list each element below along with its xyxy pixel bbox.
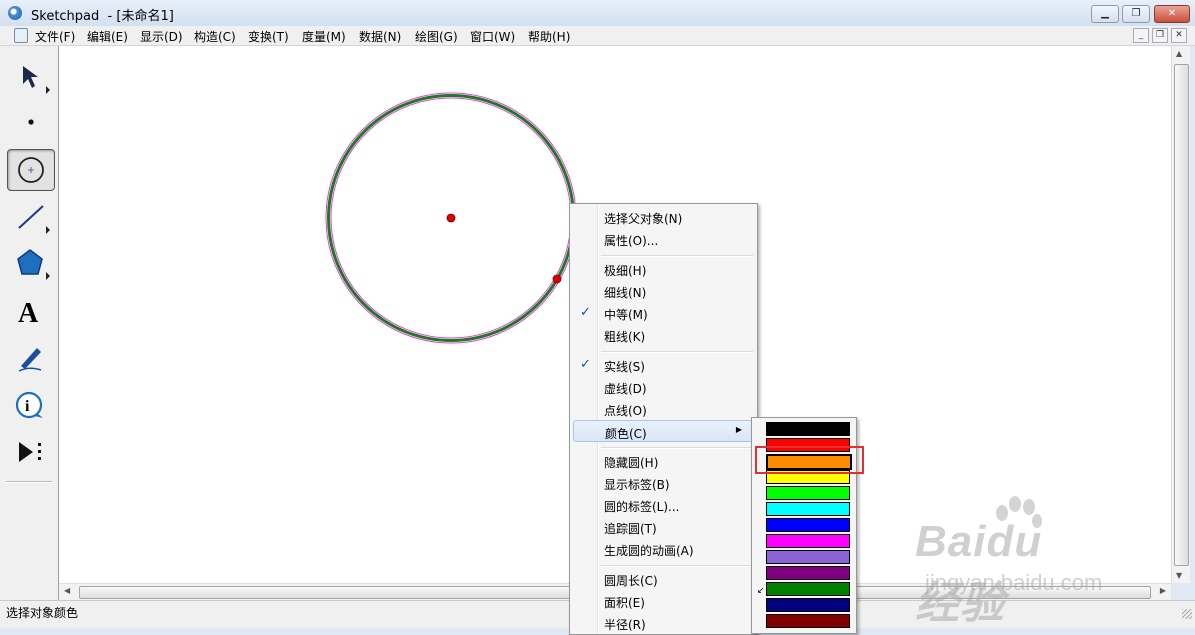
cm-circle-label[interactable]: 圆的标签(L)... xyxy=(573,495,753,515)
window-title: Sketchpad - [未命名1] xyxy=(31,9,174,24)
menu-help[interactable]: 帮助(H) xyxy=(528,28,570,45)
scroll-left-icon[interactable]: ◀ xyxy=(64,586,70,595)
cm-divider xyxy=(601,351,753,353)
center-point[interactable] xyxy=(446,213,456,223)
svg-text:i: i xyxy=(25,398,30,415)
cm-area[interactable]: 面积(E) xyxy=(573,591,753,611)
menu-measure[interactable]: 度量(M) xyxy=(302,28,346,45)
arrow-pointer-icon xyxy=(23,66,50,94)
cm-show-label[interactable]: 显示标签(B) xyxy=(573,473,753,493)
vertical-scrollbar[interactable]: ▲ ▼ xyxy=(1171,46,1190,583)
submenu-arrow-icon: ▶ xyxy=(735,425,742,434)
menu-graph[interactable]: 绘图(G) xyxy=(415,28,458,45)
cm-color[interactable]: 颜色(C) ▶ xyxy=(573,420,753,442)
doc-minimize-button[interactable]: _ xyxy=(1133,28,1149,43)
svg-text:A: A xyxy=(18,298,39,329)
custom-tool[interactable] xyxy=(7,434,53,474)
cm-select-parents[interactable]: 选择父对象(N) xyxy=(573,207,753,227)
color-swatch-cyan[interactable] xyxy=(766,502,850,516)
doc-restore-button[interactable]: ❐ xyxy=(1152,28,1168,43)
color-swatch-blue[interactable] xyxy=(766,518,850,532)
color-swatch-purple[interactable] xyxy=(766,566,850,580)
checkmark-icon: ✓ xyxy=(580,305,591,320)
cm-line-thick[interactable]: 粗线(K) xyxy=(573,325,753,345)
minimize-icon: ▁ xyxy=(1101,8,1109,19)
polygon-icon xyxy=(17,249,50,280)
cm-style-dashed[interactable]: 虚线(D) xyxy=(573,377,753,397)
cm-properties[interactable]: 属性(O)... xyxy=(573,229,753,249)
custom-tools-icon xyxy=(19,442,41,462)
scroll-right-icon[interactable]: ▶ xyxy=(1160,586,1166,595)
annotation-highlight-box xyxy=(755,446,864,474)
sketchpad-app-icon xyxy=(8,6,22,20)
doc-close-button[interactable]: ✕ xyxy=(1171,28,1187,43)
text-a-icon: A xyxy=(18,298,39,329)
cm-line-medium[interactable]: ✓ 中等(M) xyxy=(573,303,753,323)
color-swatch-magenta[interactable] xyxy=(766,534,850,548)
menu-bar: 文件(F) 编辑(E) 显示(D) 构造(C) 变换(T) 度量(M) 数据(N… xyxy=(0,26,1195,46)
point-icon xyxy=(28,119,34,125)
info-bubble-icon: i xyxy=(15,391,43,419)
menu-transform[interactable]: 变换(T) xyxy=(248,28,289,45)
toolbox: A i xyxy=(0,46,59,601)
vertical-scroll-thumb[interactable] xyxy=(1174,64,1189,566)
cm-hide-circle[interactable]: 隐藏圆(H) xyxy=(573,451,753,471)
menu-number[interactable]: 数据(N) xyxy=(359,28,401,45)
cm-radius[interactable]: 半径(R) xyxy=(573,613,753,633)
menu-edit[interactable]: 编辑(E) xyxy=(87,28,128,45)
cm-line-thin[interactable]: 细线(N) xyxy=(573,281,753,301)
cm-divider xyxy=(601,447,753,449)
menu-window[interactable]: 窗口(W) xyxy=(470,28,515,45)
menu-display[interactable]: 显示(D) xyxy=(140,28,183,45)
color-swatch-green[interactable] xyxy=(766,486,850,500)
color-swatch-black[interactable] xyxy=(766,422,850,436)
cm-divider xyxy=(601,565,753,567)
text-tool[interactable]: A xyxy=(7,292,53,332)
color-swatch-dark-green[interactable] xyxy=(766,582,850,596)
cursor-icon: ↙ xyxy=(757,586,765,596)
scroll-down-icon[interactable]: ▼ xyxy=(1176,571,1182,580)
title-bar: Sketchpad - [未命名1] ▁ ❐ ✕ xyxy=(0,0,1195,26)
marker-tool[interactable] xyxy=(7,338,53,378)
document-icon[interactable] xyxy=(14,28,28,43)
compass-tool[interactable] xyxy=(7,149,55,191)
cm-style-solid[interactable]: ✓ 实线(S) xyxy=(573,355,753,375)
restore-icon: ❐ xyxy=(1131,8,1141,19)
color-swatch-violet[interactable] xyxy=(766,550,850,564)
checkmark-icon: ✓ xyxy=(580,357,591,372)
object-context-menu: 选择父对象(N) 属性(O)... 极细(H) 细线(N) ✓ 中等(M) 粗线(… xyxy=(569,203,758,635)
toolbox-divider xyxy=(6,481,52,483)
cm-trace-circle[interactable]: 追踪圆(T) xyxy=(573,517,753,537)
menu-construct[interactable]: 构造(C) xyxy=(194,28,236,45)
selection-arrow-tool[interactable] xyxy=(7,58,53,98)
color-swatch-navy[interactable] xyxy=(766,598,850,612)
radius-point[interactable] xyxy=(552,274,562,284)
close-button[interactable]: ✕ xyxy=(1154,5,1190,23)
polygon-tool[interactable] xyxy=(7,244,53,284)
cm-animate-circle[interactable]: 生成圆的动画(A) xyxy=(573,539,753,559)
cm-divider xyxy=(601,255,753,257)
color-swatch-maroon[interactable] xyxy=(766,614,850,628)
marker-pen-icon xyxy=(18,348,42,372)
status-text: 选择对象颜色 xyxy=(6,606,79,620)
cm-circumference[interactable]: 圆周长(C) xyxy=(573,569,753,589)
minimize-button[interactable]: ▁ xyxy=(1091,5,1119,23)
information-tool[interactable]: i xyxy=(7,386,53,426)
compass-circle-icon xyxy=(18,157,44,183)
cm-line-dotted-thin[interactable]: 极细(H) xyxy=(573,259,753,279)
scroll-up-icon[interactable]: ▲ xyxy=(1176,49,1182,58)
straightedge-tool[interactable] xyxy=(7,198,53,238)
resize-grip-icon[interactable] xyxy=(1182,609,1192,619)
menu-file[interactable]: 文件(F) xyxy=(35,28,75,45)
close-icon: ✕ xyxy=(1167,8,1177,19)
cm-style-dotted[interactable]: 点线(O) xyxy=(573,399,753,419)
line-segment-icon xyxy=(18,205,50,234)
maximize-button[interactable]: ❐ xyxy=(1122,5,1150,23)
point-tool[interactable] xyxy=(7,102,53,142)
